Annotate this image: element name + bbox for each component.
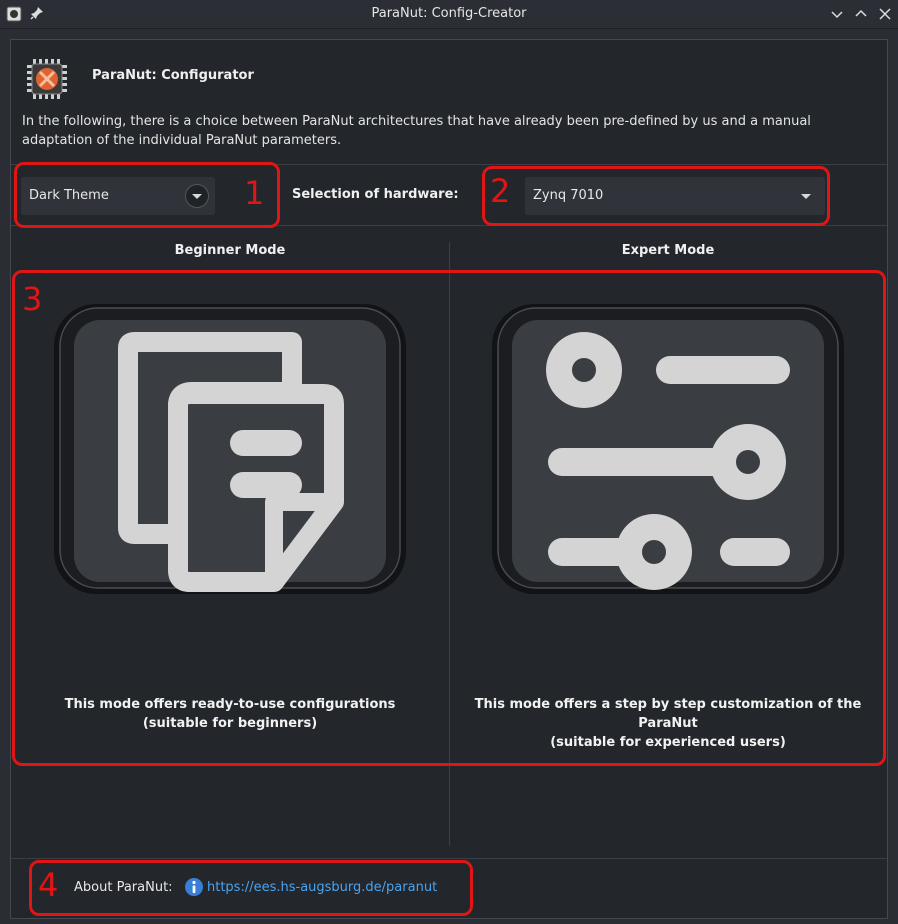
minimize-icon[interactable] <box>829 6 845 22</box>
beginner-mode-title: Beginner Mode <box>174 243 286 258</box>
close-icon[interactable] <box>877 6 893 22</box>
title-bar: ParaNut: Config-Creator <box>0 0 898 29</box>
hardware-label: Selection of hardware: <box>292 187 459 202</box>
intro-text: In the following, there is a choice betw… <box>22 114 811 148</box>
maximize-icon[interactable] <box>853 6 869 22</box>
header-title: ParaNut: Configurator <box>92 68 254 83</box>
window-title: ParaNut: Config-Creator <box>371 6 527 21</box>
annotation-number-3: 3 <box>22 280 43 318</box>
divider <box>11 858 887 859</box>
paranut-chip-logo <box>27 59 67 99</box>
annotation-box-3 <box>12 270 886 766</box>
annotation-box-2 <box>482 166 830 226</box>
annotation-number-1: 1 <box>244 174 265 212</box>
expert-mode-title: Expert Mode <box>621 243 715 258</box>
annotation-number-4: 4 <box>38 866 59 904</box>
annotation-box-1 <box>14 162 280 228</box>
annotation-number-2: 2 <box>490 172 511 210</box>
annotation-box-4 <box>29 860 473 916</box>
